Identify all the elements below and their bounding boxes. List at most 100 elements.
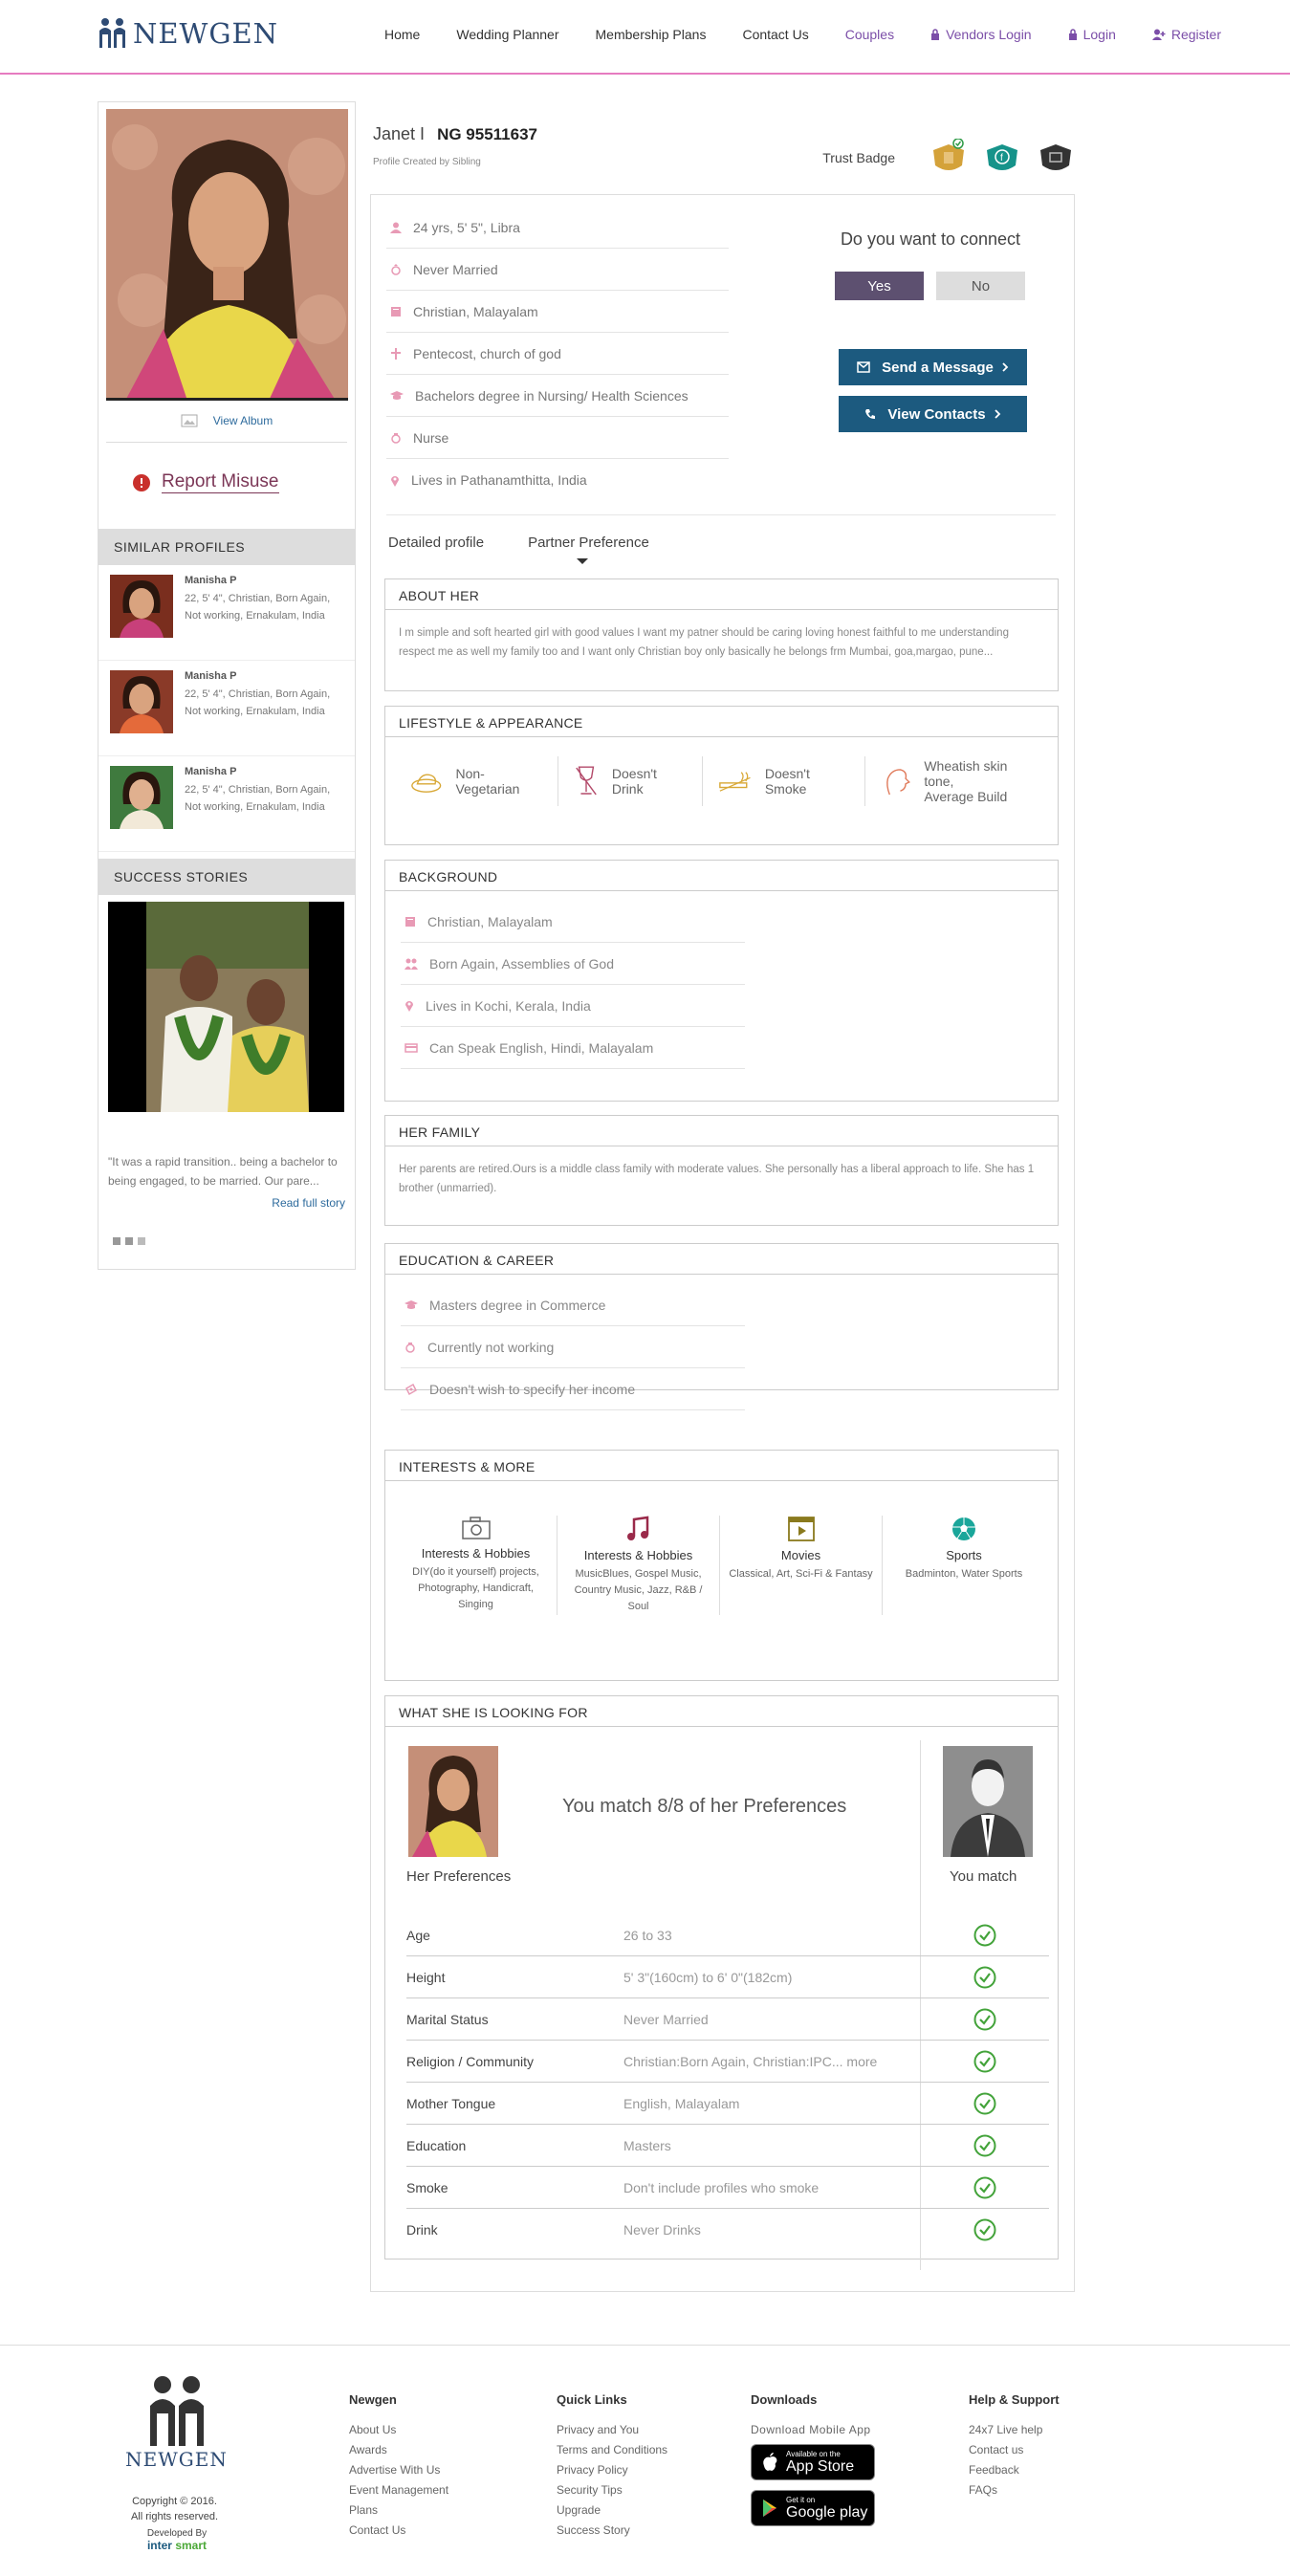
footer-link[interactable]: Privacy and You [557, 2420, 667, 2440]
footer-link[interactable]: Success Story [557, 2521, 667, 2541]
similar-profile-card[interactable]: Manisha P 22, 5' 4", Christian, Born Aga… [98, 661, 355, 756]
basic-detail-row: Bachelors degree in Nursing/ Health Scie… [386, 375, 729, 417]
view-contacts-button[interactable]: View Contacts [839, 396, 1027, 432]
face-profile-icon [886, 769, 910, 796]
nav-label: Vendors Login [946, 27, 1032, 42]
similar-profile-name: Manisha P [185, 670, 237, 682]
pref-value: Never Drinks [623, 2222, 701, 2238]
pref-key: Education [406, 2137, 467, 2153]
footer-link[interactable]: Upgrade [557, 2500, 667, 2521]
developer-name[interactable]: inter smart [134, 2540, 220, 2552]
nav-register[interactable]: Register [1151, 27, 1221, 42]
carousel-dot[interactable] [113, 1237, 120, 1245]
google-play-button[interactable]: Get it on Google play [751, 2490, 875, 2526]
nav-home[interactable]: Home [384, 27, 420, 42]
footer-link[interactable]: Feedback [969, 2460, 1060, 2480]
basic-detail-row: Lives in Pathanamthitta, India [386, 459, 729, 501]
tab-detailed-profile[interactable]: Detailed profile [388, 535, 484, 551]
similar-profile-card[interactable]: Manisha P 22, 5' 4", Christian, Born Aga… [98, 565, 355, 661]
footer-col-help: Help & Support 24x7 Live help Contact us… [969, 2392, 1060, 2500]
similar-profile-photo[interactable] [110, 670, 173, 733]
connect-panel: Do you want to connect Yes No [830, 229, 1031, 300]
nav-label: Membership Plans [595, 27, 707, 42]
no-button[interactable]: No [936, 272, 1025, 300]
footer-link[interactable]: Plans [349, 2500, 448, 2521]
similar-profile-desc: 22, 5' 4", Christian, Born Again, Not wo… [185, 593, 331, 622]
wine-glass-icon [576, 766, 597, 796]
footer-link[interactable]: FAQs [969, 2480, 1060, 2500]
basic-details-list: 24 yrs, 5' 5", Libra Never Married Chris… [386, 207, 729, 501]
nav-contact-us[interactable]: Contact Us [742, 27, 808, 42]
profile-name: Janet I [373, 124, 426, 143]
pref-value[interactable]: Christian:Born Again, Christian:IPC... m… [623, 2054, 920, 2069]
developer-name-a: inter [146, 2539, 172, 2552]
footer-link[interactable]: Event Management [349, 2480, 448, 2500]
footer-link[interactable]: 24x7 Live help [969, 2420, 1060, 2440]
nav-vendors-login[interactable]: Vendors Login [930, 27, 1032, 42]
nav-login[interactable]: Login [1068, 27, 1116, 42]
success-story-photo[interactable] [108, 902, 344, 1112]
footer-link[interactable]: Terms and Conditions [557, 2440, 667, 2460]
footer-logo[interactable]: NEWGEN [121, 2375, 231, 2471]
footer-col-downloads: Downloads Download Mobile App Available … [751, 2392, 875, 2536]
lifestyle-row: Non-Vegetarian Doesn't Drink Doesn't Smo… [385, 737, 1058, 806]
interests-row: Interests & Hobbies DIY(do it yourself) … [385, 1481, 1058, 1615]
send-message-button[interactable]: Send a Message [839, 349, 1027, 385]
footer-link[interactable]: Advertise With Us [349, 2460, 448, 2480]
similar-profile-photo[interactable] [110, 766, 173, 829]
read-full-story-link[interactable]: Read full story [272, 1196, 345, 1210]
similar-profile-desc: 22, 5' 4", Christian, Born Again, Not wo… [185, 688, 331, 717]
facebook-badge-icon[interactable]: f [983, 139, 1021, 177]
book-icon [391, 306, 401, 317]
footer-link[interactable]: Contact Us [349, 2521, 448, 2541]
footer-link[interactable]: Privacy Policy [557, 2460, 667, 2480]
footer-logo-text: NEWGEN [125, 2448, 228, 2471]
carousel-dot[interactable] [138, 1237, 145, 1245]
nav-membership-plans[interactable]: Membership Plans [596, 27, 707, 42]
id-verified-badge-icon[interactable] [929, 139, 968, 177]
education-career-section: EDUCATION & CAREER Masters degree in Com… [384, 1243, 1059, 1410]
nav-wedding-planner[interactable]: Wedding Planner [456, 27, 558, 42]
report-misuse-link[interactable]: Report Misuse [133, 471, 279, 493]
view-album-link[interactable]: View Album [98, 414, 355, 427]
basic-detail-row: 24 yrs, 5' 5", Libra [386, 207, 729, 249]
table-row: Drink Never Drinks [406, 2209, 1049, 2251]
people-icon [404, 958, 418, 970]
add-user-icon [1151, 29, 1166, 40]
nav-label: Wedding Planner [456, 27, 559, 42]
interest-column: Interests & Hobbies DIY(do it yourself) … [395, 1516, 558, 1615]
yes-button[interactable]: Yes [835, 272, 924, 300]
pref-key: Smoke [406, 2179, 448, 2195]
app-store-button[interactable]: Available on the App Store [751, 2444, 875, 2480]
tab-partner-preference[interactable]: Partner Preference [528, 535, 649, 551]
similar-profile-name: Manisha P [185, 575, 237, 586]
nav-label: Couples [844, 27, 895, 42]
photo-badge-icon[interactable] [1037, 139, 1075, 177]
left-sidebar: View Album Report Misuse SIMILAR PROFILE… [98, 101, 356, 1270]
pref-key: Height [406, 1969, 446, 1985]
location-pin-icon [391, 475, 399, 487]
lifestyle-text: Doesn't Smoke [764, 766, 810, 797]
nav-couples[interactable]: Couples [845, 27, 894, 42]
interest-title: Interests & Hobbies [583, 1548, 693, 1562]
her-preferences-label: Her Preferences [406, 1868, 512, 1885]
carousel-dot[interactable] [125, 1237, 133, 1245]
pref-key: Mother Tongue [406, 2095, 496, 2111]
profile-photo[interactable] [106, 109, 348, 401]
interest-values: DIY(do it yourself) projects, Photograph… [412, 1566, 539, 1610]
similar-profile-photo[interactable] [110, 575, 173, 638]
lifestyle-item: Doesn't Drink [558, 756, 703, 806]
lifestyle-section: LIFESTYLE & APPEARANCE Non-Vegetarian Do… [384, 706, 1059, 845]
footer-col-title: Quick Links [557, 2392, 627, 2407]
footer-link[interactable]: Security Tips [557, 2480, 667, 2500]
basic-detail-text: Bachelors degree in Nursing/ Health Scie… [415, 387, 689, 404]
footer-link[interactable]: Contact us [969, 2440, 1060, 2460]
send-message-label: Send a Message [882, 359, 994, 376]
profile-created-by: Profile Created by Sibling [373, 157, 481, 167]
developer-name-b: smart [171, 2539, 208, 2552]
footer-link[interactable]: Awards [349, 2440, 448, 2460]
site-logo[interactable]: NEWGEN [98, 17, 278, 50]
profile-photo-illustration [106, 109, 348, 398]
similar-profile-card[interactable]: Manisha P 22, 5' 4", Christian, Born Aga… [98, 756, 355, 852]
footer-link[interactable]: About Us [349, 2420, 448, 2440]
